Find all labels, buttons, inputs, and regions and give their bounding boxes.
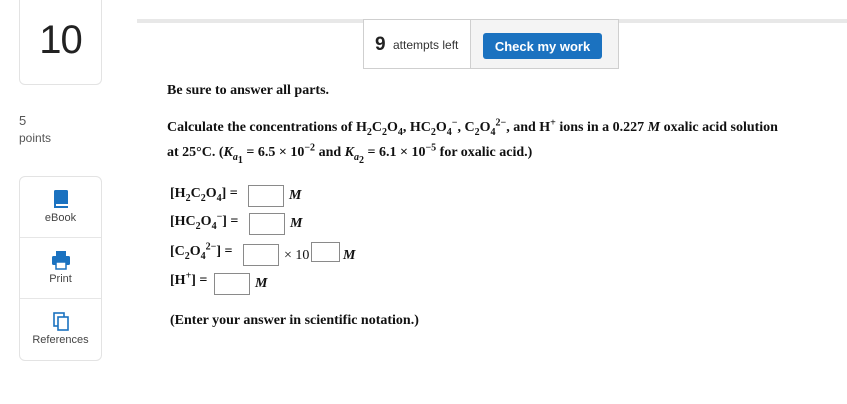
unit-molar: M (290, 216, 303, 231)
question-text-line-2: at 25°C. (Ka1 = 6.5 × 10−2 and Ka2 = 6.1… (167, 142, 533, 166)
answer-row-h2c2o4: [H2C2O4] = (170, 186, 238, 204)
points-label: points (19, 131, 52, 145)
printer-icon (52, 251, 70, 270)
c2o4-answer-coefficient-input[interactable] (243, 244, 279, 266)
c2o4-answer-exponent-input[interactable] (311, 242, 340, 262)
scientific-notation-note: (Enter your answer in scientific notatio… (170, 313, 419, 328)
resources-panel: eBook Print References (19, 176, 102, 361)
references-button[interactable]: References (20, 299, 101, 359)
book-icon (54, 190, 68, 208)
unit-molar: M (343, 248, 356, 263)
question-number-card: 10 (19, 0, 102, 85)
check-my-work-button[interactable]: Check my work (483, 33, 602, 59)
h-plus-answer-input[interactable] (214, 273, 250, 295)
answer-label: [HC2O4−] = (170, 211, 239, 232)
answer-label: [C2O42−] = (170, 241, 233, 262)
question-number: 10 (39, 18, 83, 62)
attempts-counter: 9 attempts left (364, 20, 471, 68)
instruction-text: Be sure to answer all parts. (167, 83, 330, 98)
answer-label: [H+] = (170, 270, 208, 288)
print-label: Print (49, 273, 72, 285)
attempts-label: attempts left (393, 38, 459, 52)
ebook-label: eBook (44, 212, 77, 224)
attempts-toolbar: 9 attempts left Check my work (363, 19, 619, 69)
ebook-button[interactable]: eBook (20, 177, 101, 237)
unit-molar: M (289, 188, 302, 203)
points-value: 5 (19, 113, 27, 128)
h2c2o4-answer-input[interactable] (248, 185, 284, 207)
references-label: References (32, 334, 89, 346)
print-button[interactable]: Print (20, 238, 101, 298)
hc2o4-answer-input[interactable] (249, 213, 285, 235)
answer-row-c2o4: [C2O42−] = (170, 241, 233, 262)
attempts-count: 9 (375, 34, 386, 55)
answer-row-h-plus: [H+] = (170, 270, 208, 289)
unit-molar: M (255, 276, 268, 291)
answer-label: [H2C2O4] = (170, 186, 238, 204)
times-ten-label: × 10 (284, 248, 310, 263)
copy-pages-icon (53, 312, 69, 331)
question-text-line-1: Calculate the concentrations of H2C2O4, … (167, 117, 778, 138)
answer-row-hc2o4: [HC2O4−] = (170, 211, 239, 232)
